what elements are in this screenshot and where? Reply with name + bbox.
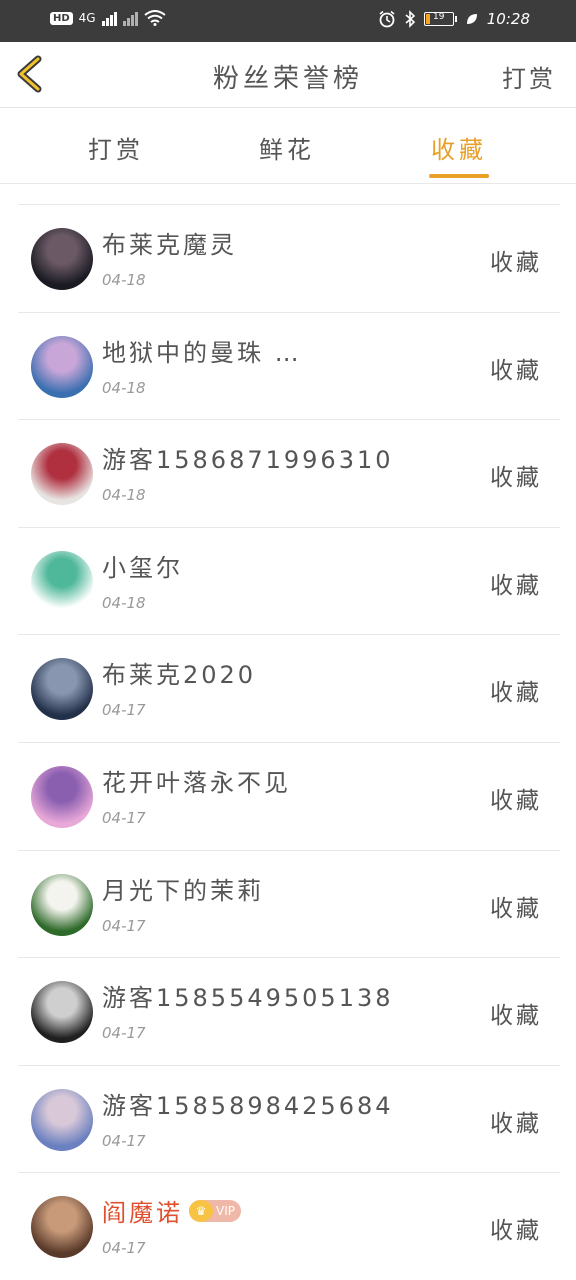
item-date: 04-17: [102, 916, 146, 935]
leaf-icon: [466, 14, 477, 24]
crown-icon: ♛: [189, 1199, 213, 1222]
item-date: 04-18: [102, 486, 146, 505]
battery-icon: 19: [423, 12, 457, 26]
status-time: 10:28: [486, 10, 530, 28]
item-date: 04-18: [102, 271, 146, 289]
item-date: 04-17: [102, 808, 146, 827]
tab-bar: 打赏 鲜花 收藏: [0, 108, 576, 184]
avatar[interactable]: [31, 981, 93, 1044]
tab-reward[interactable]: 打赏: [56, 130, 176, 165]
header-reward-button[interactable]: 打赏: [502, 59, 556, 94]
avatar[interactable]: [31, 765, 93, 828]
tab-flowers[interactable]: 鲜花: [227, 130, 347, 165]
user-name: 小玺尔: [102, 553, 183, 582]
status-bar: HD 4G 19 10:28: [0, 0, 576, 42]
hd-badge: HD: [50, 11, 73, 25]
bluetooth-icon: [405, 10, 415, 28]
fan-list: 布莱克魔灵 04-18 收藏 地狱中的曼珠 … 04-18 收藏 游客15868…: [18, 204, 560, 1280]
user-name-vip: 阎魔诺 ♛ VIP: [102, 1193, 241, 1228]
item-action-label: 收藏: [490, 787, 542, 814]
list-item[interactable]: 月光下的茉莉 04-17 收藏: [18, 851, 560, 959]
vip-label: VIP: [216, 1203, 235, 1218]
avatar[interactable]: [31, 550, 93, 613]
battery-level: 19: [433, 12, 445, 22]
status-right: 19 10:28: [378, 10, 530, 28]
vip-badge: ♛ VIP: [189, 1199, 241, 1222]
tab-favorites[interactable]: 收藏: [399, 130, 519, 165]
avatar[interactable]: [31, 228, 93, 290]
status-left: HD 4G: [50, 10, 166, 26]
list-item[interactable]: 阎魔诺 ♛ VIP 04-17 收藏: [18, 1173, 560, 1280]
item-date: 04-17: [102, 1131, 146, 1150]
list-item[interactable]: 游客1585898425684 04-17 收藏: [18, 1066, 560, 1174]
user-name: 游客1585898425684: [102, 1091, 394, 1120]
avatar[interactable]: [31, 1088, 93, 1151]
avatar[interactable]: [31, 873, 93, 936]
item-date: 04-17: [102, 701, 146, 720]
signal-icon: [101, 10, 117, 26]
list-item[interactable]: 布莱克2020 04-17 收藏: [18, 635, 560, 743]
wifi-icon: [143, 10, 166, 26]
list-item[interactable]: 游客1585549505138 04-17 收藏: [18, 958, 560, 1066]
item-action-label: 收藏: [490, 1218, 542, 1245]
alarm-icon: [379, 10, 395, 28]
user-name: 布莱克魔灵: [102, 231, 237, 259]
item-action-label: 收藏: [490, 1110, 542, 1137]
list-item[interactable]: 小玺尔 04-18 收藏: [18, 528, 560, 636]
user-name: 游客1585549505138: [102, 984, 394, 1013]
network-type: 4G: [78, 11, 96, 25]
avatar[interactable]: [31, 443, 93, 506]
tab-active-indicator: [429, 174, 489, 178]
list-item[interactable]: 地狱中的曼珠 … 04-18 收藏: [18, 313, 560, 421]
item-action-label: 收藏: [490, 572, 542, 599]
list-item[interactable]: 花开叶落永不见 04-17 收藏: [18, 743, 560, 851]
list-item[interactable]: 游客1586871996310 04-18 收藏: [18, 420, 560, 528]
item-date: 04-17: [102, 1239, 146, 1258]
item-action-label: 收藏: [490, 1003, 542, 1030]
user-name: 花开叶落永不见: [102, 768, 291, 797]
avatar[interactable]: [31, 658, 93, 721]
avatar[interactable]: [31, 335, 93, 398]
item-action-label: 收藏: [490, 895, 542, 922]
user-name: 游客1586871996310: [102, 446, 394, 475]
item-action-label: 收藏: [490, 680, 542, 707]
item-action-label: 收藏: [490, 465, 542, 492]
header: 粉丝荣誉榜 打赏: [0, 42, 576, 108]
page-title: 粉丝荣誉榜: [212, 64, 363, 94]
user-name: 地狱中的曼珠 …: [102, 338, 302, 367]
user-name: 月光下的茉莉: [102, 876, 264, 905]
user-name-text: 阎魔诺: [102, 1199, 183, 1228]
list-item[interactable]: 布莱克魔灵 04-18 收藏: [18, 205, 560, 313]
item-date: 04-18: [102, 378, 146, 397]
avatar[interactable]: [31, 1196, 93, 1259]
user-name: 布莱克2020: [102, 661, 257, 690]
item-date: 04-18: [102, 593, 146, 612]
item-action-label: 收藏: [490, 250, 542, 276]
item-date: 04-17: [102, 1024, 146, 1043]
signal-2-icon: [122, 10, 138, 26]
item-action-label: 收藏: [490, 357, 542, 384]
